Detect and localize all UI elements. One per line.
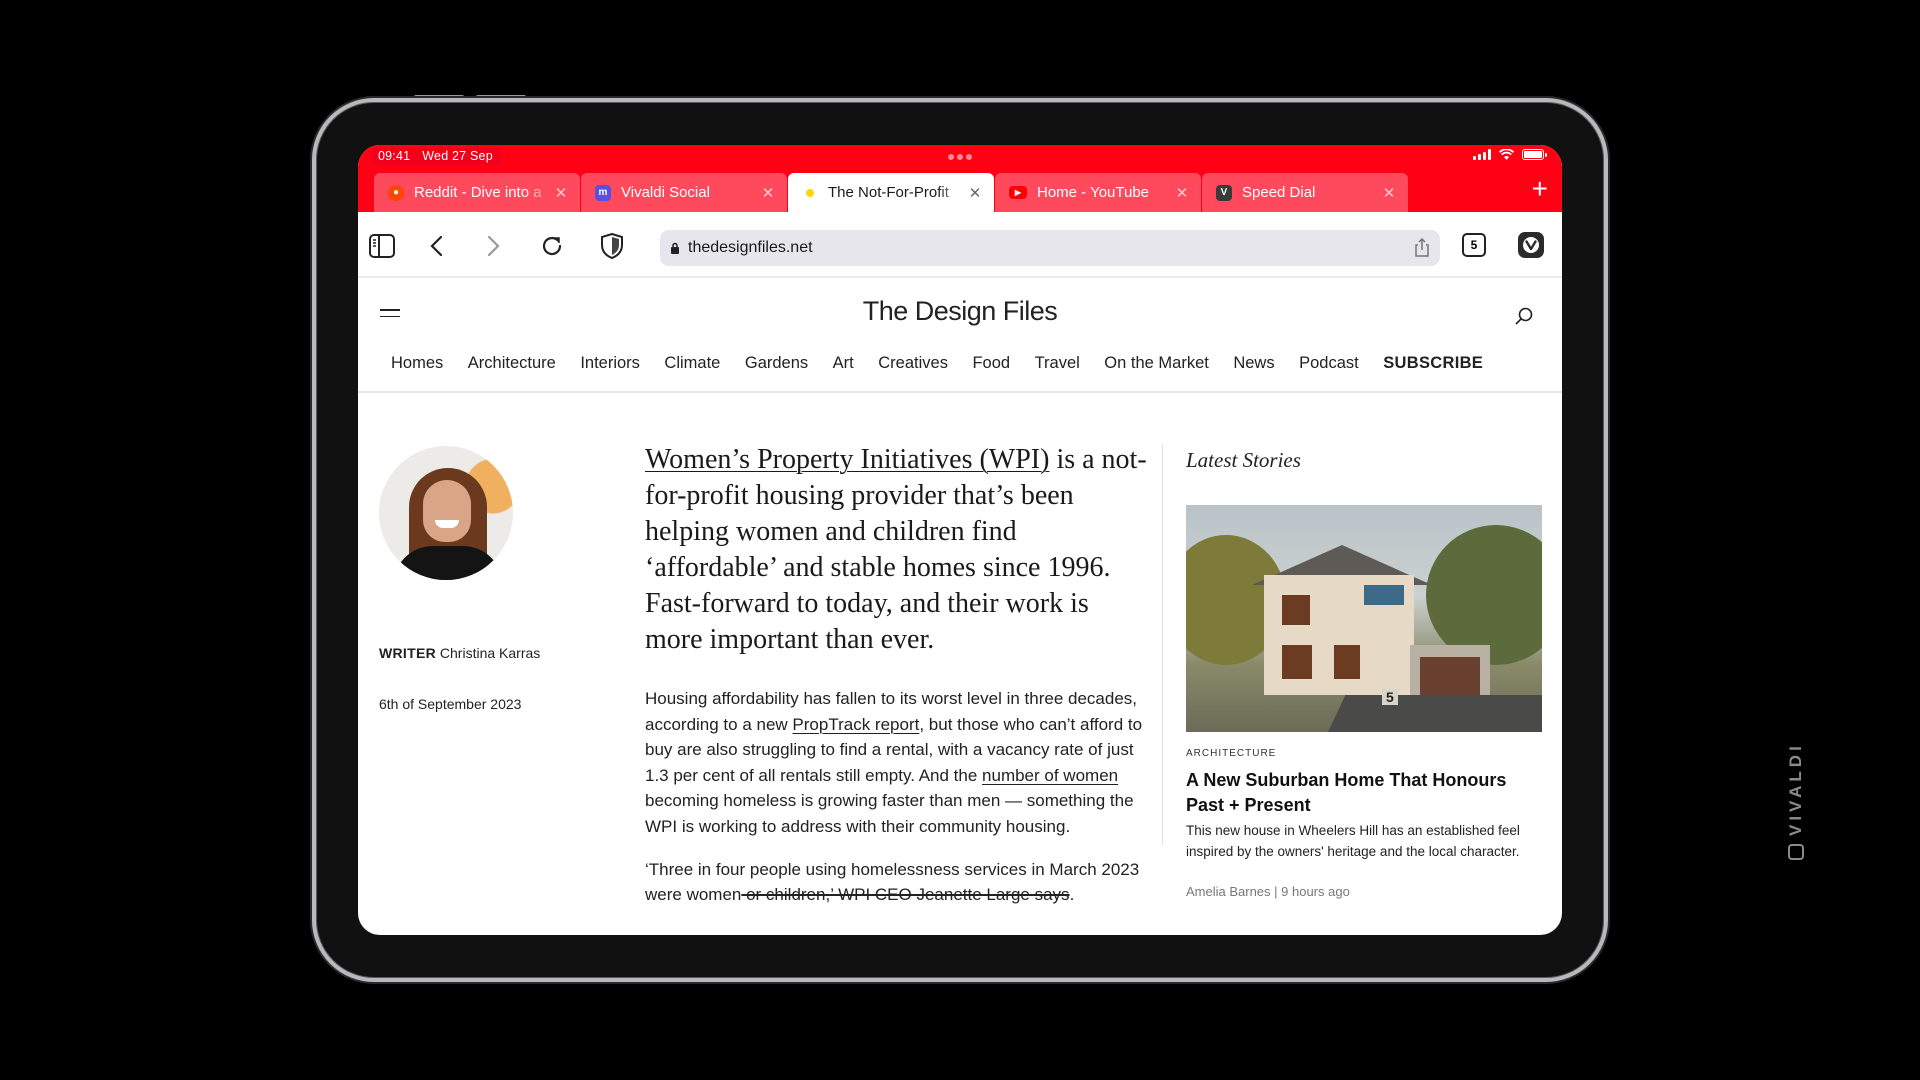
close-tab-icon[interactable]: ✕ — [966, 184, 984, 202]
latest-stories-heading: Latest Stories — [1186, 448, 1301, 472]
tab-bar: 09:41 Wed 27 Sep ● Reddit - Dive into a ✕… — [358, 145, 1562, 212]
status-time: 09:41 Wed 27 Sep — [372, 148, 501, 165]
number-of-women-link[interactable]: number of women — [982, 766, 1118, 785]
story-title[interactable]: A New Suburban Home That Honours Past + … — [1186, 768, 1536, 818]
close-tab-icon[interactable]: ✕ — [1380, 184, 1398, 202]
nav-food[interactable]: Food — [972, 354, 1010, 373]
lead-text: is a not-for-profit housing provider tha… — [645, 444, 1147, 655]
tab-active-design-files[interactable]: The Not-For-Profit ✕ — [788, 173, 994, 212]
share-icon[interactable] — [1414, 238, 1430, 258]
nav-travel[interactable]: Travel — [1035, 354, 1080, 373]
nav-on-the-market[interactable]: On the Market — [1104, 354, 1209, 373]
multitasking-dots-icon[interactable] — [948, 154, 972, 160]
wifi-icon — [1499, 149, 1514, 160]
sidebar-panel-icon — [369, 234, 395, 258]
story-description: This new house in Wheelers Hill has an e… — [1186, 823, 1520, 859]
search-icon[interactable] — [1514, 306, 1534, 326]
house-number: 5 — [1382, 689, 1398, 705]
tab-title: Speed Dial — [1242, 184, 1316, 201]
paragraph: Housing affordability has fallen to its … — [645, 689, 1143, 836]
panel-toggle-button[interactable] — [368, 232, 396, 260]
vivaldi-logo-icon — [1523, 237, 1539, 253]
nav-climate[interactable]: Climate — [664, 354, 720, 373]
chevron-left-icon — [430, 235, 443, 257]
reload-button[interactable] — [538, 232, 566, 260]
battery-icon — [1522, 149, 1547, 160]
tracker-blocker-button[interactable] — [598, 232, 626, 260]
paragraph: ‘Three in four people using homelessness… — [645, 859, 1140, 905]
forward-button[interactable] — [480, 232, 508, 260]
writer-avatar — [379, 446, 513, 580]
status-icons — [1473, 149, 1547, 160]
address-toolbar: thedesignfiles.net 5 — [358, 212, 1562, 278]
writer-label: WRITER — [379, 645, 437, 661]
close-tab-icon[interactable]: ✕ — [759, 184, 777, 202]
vivaldi-watermark: VIVALDI — [1786, 742, 1806, 860]
watermark-text: VIVALDI — [1786, 742, 1805, 836]
subscribe-link[interactable]: SUBSCRIBE — [1383, 354, 1483, 373]
clock: 09:41 — [378, 149, 411, 163]
back-button[interactable] — [422, 232, 450, 260]
site-nav: Homes Architecture Interiors Climate Gar… — [358, 336, 1562, 393]
vivaldi-icon: V — [1216, 184, 1232, 201]
site-logo[interactable]: The Design Files — [358, 296, 1562, 327]
column-divider — [1162, 445, 1163, 845]
publish-date: 6th of September 2023 — [379, 696, 522, 712]
close-tab-icon[interactable]: ✕ — [552, 184, 570, 202]
reddit-icon: ● — [388, 184, 404, 201]
chevron-right-icon — [487, 235, 500, 257]
tab-count: 5 — [1470, 238, 1478, 252]
nav-architecture[interactable]: Architecture — [468, 354, 556, 373]
address-bar[interactable]: thedesignfiles.net — [660, 230, 1440, 266]
vivaldi-menu-button[interactable] — [1518, 232, 1544, 258]
tab-speed-dial[interactable]: V Speed Dial ✕ — [1202, 173, 1408, 212]
article-lead: Women’s Property Initiatives (WPI) is a … — [645, 442, 1150, 658]
url-text: thedesignfiles.net — [688, 239, 813, 256]
tab-title: Vivaldi Social — [621, 184, 710, 201]
loading-dot-icon — [802, 185, 818, 201]
writer-name[interactable]: Christina Karras — [440, 645, 540, 661]
nav-homes[interactable]: Homes — [391, 354, 443, 373]
tab-title: Home - YouTube — [1037, 184, 1150, 201]
status-bar: 09:41 Wed 27 Sep — [358, 145, 1562, 167]
nav-creatives[interactable]: Creatives — [878, 354, 948, 373]
tab-title: Reddit - Dive into a — [414, 184, 542, 201]
youtube-icon: ▶ — [1009, 186, 1027, 199]
writer-byline: WRITER Christina Karras — [379, 645, 540, 661]
nav-interiors[interactable]: Interiors — [580, 354, 640, 373]
shield-icon — [601, 233, 623, 259]
nav-podcast[interactable]: Podcast — [1299, 354, 1359, 373]
wpi-link[interactable]: Women’s Property Initiatives (WPI) — [645, 444, 1049, 475]
lock-icon — [671, 242, 679, 254]
browser-window: 09:41 Wed 27 Sep ● Reddit - Dive into a ✕… — [358, 145, 1562, 935]
tab-youtube[interactable]: ▶ Home - YouTube ✕ — [995, 173, 1201, 212]
tab-vivaldi-social[interactable]: m Vivaldi Social ✕ — [581, 173, 787, 212]
tab-title: The Not-For-Profit — [828, 184, 949, 201]
proptrack-link[interactable]: PropTrack report — [792, 715, 919, 734]
site-header: The Design Files — [358, 278, 1562, 336]
reload-icon — [542, 236, 562, 256]
story-category[interactable]: ARCHITECTURE — [1186, 748, 1276, 759]
story-meta: Amelia Barnes | 9 hours ago — [1186, 884, 1350, 899]
tab-strip: ● Reddit - Dive into a ✕ m Vivaldi Socia… — [374, 173, 1409, 212]
nav-art[interactable]: Art — [833, 354, 854, 373]
new-tab-button[interactable]: + — [1532, 175, 1548, 203]
cellular-signal-icon — [1473, 149, 1491, 160]
nav-gardens[interactable]: Gardens — [745, 354, 808, 373]
article-area: WRITER Christina Karras 6th of September… — [358, 393, 1562, 904]
date: Wed 27 Sep — [422, 149, 493, 163]
tab-reddit[interactable]: ● Reddit - Dive into a ✕ — [374, 173, 580, 212]
tab-switcher-button[interactable]: 5 — [1462, 233, 1486, 257]
strikethrough-text: or children,’ WPI CEO Jeanette Large say… — [741, 885, 1070, 905]
vivaldi-logo-icon — [1788, 844, 1804, 860]
mastodon-icon: m — [595, 184, 611, 201]
article-body: Housing affordability has fallen to its … — [645, 686, 1150, 925]
close-tab-icon[interactable]: ✕ — [1173, 184, 1191, 202]
story-image[interactable]: 5 — [1186, 505, 1542, 732]
nav-news[interactable]: News — [1233, 354, 1274, 373]
